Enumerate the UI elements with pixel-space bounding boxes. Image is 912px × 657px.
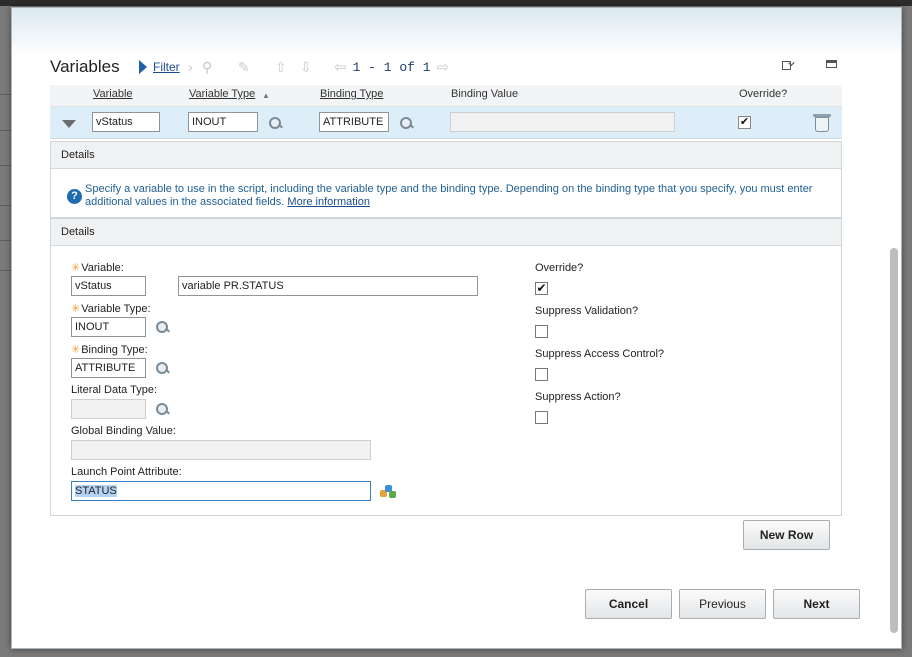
launch-point-attribute-field[interactable]: STATUS <box>71 481 371 501</box>
details-help-header: Details <box>51 142 841 169</box>
launch-point-attribute-label: Launch Point Attribute: <box>71 466 182 478</box>
required-icon: ✳ <box>71 262 81 274</box>
variable-description-field[interactable]: variable PR.STATUS <box>178 276 478 296</box>
search-disabled-icon: ⚲ <box>202 58 213 75</box>
column-binding-type[interactable]: Binding Type <box>320 88 383 100</box>
edit-disabled-icon: ✎ <box>238 58 250 75</box>
next-button[interactable]: Next <box>773 589 860 619</box>
scrollbar-thumb[interactable] <box>890 248 898 633</box>
help-text: Specify a variable to use in the script,… <box>85 183 813 208</box>
sort-ascending-icon: ▲ <box>262 91 270 100</box>
suppress-access-control-label: Suppress Access Control? <box>535 348 665 360</box>
literal-data-type-field <box>71 399 146 419</box>
column-variable-type[interactable]: Variable Type <box>189 88 255 100</box>
filter-toggle[interactable]: Filter <box>139 58 180 76</box>
details-form-panel: Details ✳Variable: vStatus variable PR.S… <box>50 218 842 516</box>
collapse-section-icon[interactable] <box>826 60 837 68</box>
variable-type-search-icon[interactable] <box>155 320 170 335</box>
override-label: Override? <box>535 262 584 274</box>
suppress-access-control-checkbox[interactable] <box>535 368 548 381</box>
suppress-action-label: Suppress Action? <box>535 391 621 403</box>
table-row[interactable]: vStatus INOUT ATTRIBUTE ✔ <box>50 107 842 139</box>
move-up-disabled-icon: ⇧ <box>275 58 287 75</box>
row-variable-input[interactable]: vStatus <box>92 112 160 132</box>
filter-link[interactable]: Filter <box>153 60 180 74</box>
help-icon: ? <box>67 189 82 204</box>
download-icon[interactable] <box>782 59 796 71</box>
delete-row-icon[interactable] <box>813 113 831 133</box>
suppress-validation-checkbox[interactable] <box>535 325 548 338</box>
background-top-bar <box>0 0 912 6</box>
required-icon: ✳ <box>71 303 81 315</box>
override-checkbox[interactable]: ✔ <box>535 282 548 295</box>
cancel-button[interactable]: Cancel <box>585 589 672 619</box>
filter-expand-icon[interactable] <box>139 60 147 74</box>
details-form-header: Details <box>51 219 841 246</box>
column-binding-value: Binding Value <box>451 88 519 100</box>
new-row-button[interactable]: New Row <box>743 520 830 550</box>
pager: ⇦ 1 - 1 of 1 ⇨ <box>334 58 449 76</box>
variable-field[interactable]: vStatus <box>71 276 146 296</box>
column-override: Override? <box>739 88 788 100</box>
row-collapse-icon[interactable] <box>62 120 76 128</box>
section-title: Variables <box>50 57 120 76</box>
attribute-selector-icon[interactable] <box>380 485 397 499</box>
required-icon: ✳ <box>71 344 81 356</box>
binding-type-lookup-icon[interactable] <box>399 116 414 131</box>
row-binding-type-input[interactable]: ATTRIBUTE <box>319 112 389 132</box>
binding-type-field[interactable]: ATTRIBUTE <box>71 358 146 378</box>
table-header: Variable Variable Type ▲ Binding Type Bi… <box>50 85 842 107</box>
row-override-checkbox[interactable]: ✔ <box>738 116 751 129</box>
suppress-validation-label: Suppress Validation? <box>535 305 639 317</box>
binding-type-label: ✳Binding Type: <box>71 344 148 356</box>
previous-button[interactable]: Previous <box>679 589 766 619</box>
global-binding-value-field <box>71 440 371 460</box>
variables-dialog: Variables Filter › ⚲ ✎ ⇧ ⇩ ⇦ 1 - 1 of 1 … <box>11 7 902 649</box>
literal-data-type-label: Literal Data Type: <box>71 384 158 396</box>
row-binding-value-input <box>450 112 675 132</box>
variable-type-field[interactable]: INOUT <box>71 317 146 337</box>
chevron-right-icon: › <box>188 59 193 75</box>
global-binding-value-label: Global Binding Value: <box>71 425 176 437</box>
variables-table: Variable Variable Type ▲ Binding Type Bi… <box>50 85 842 139</box>
literal-data-type-search-icon[interactable] <box>155 402 170 417</box>
pager-text: 1 - 1 of 1 <box>352 59 431 75</box>
dialog-scrollbar[interactable] <box>888 58 900 643</box>
details-help-panel: Details ? Specify a variable to use in t… <box>50 141 842 218</box>
variable-type-label: ✳Variable Type: <box>71 303 151 315</box>
column-variable[interactable]: Variable <box>93 88 133 100</box>
binding-type-search-icon[interactable] <box>155 361 170 376</box>
previous-page-icon: ⇦ <box>334 59 347 76</box>
move-down-disabled-icon: ⇩ <box>300 58 312 75</box>
variable-type-lookup-icon[interactable] <box>268 116 283 131</box>
more-information-link[interactable]: More information <box>287 196 370 208</box>
next-page-icon: ⇨ <box>436 59 450 76</box>
suppress-action-checkbox[interactable] <box>535 411 548 424</box>
variable-label: ✳Variable: <box>71 262 124 274</box>
row-variable-type-input[interactable]: INOUT <box>188 112 258 132</box>
